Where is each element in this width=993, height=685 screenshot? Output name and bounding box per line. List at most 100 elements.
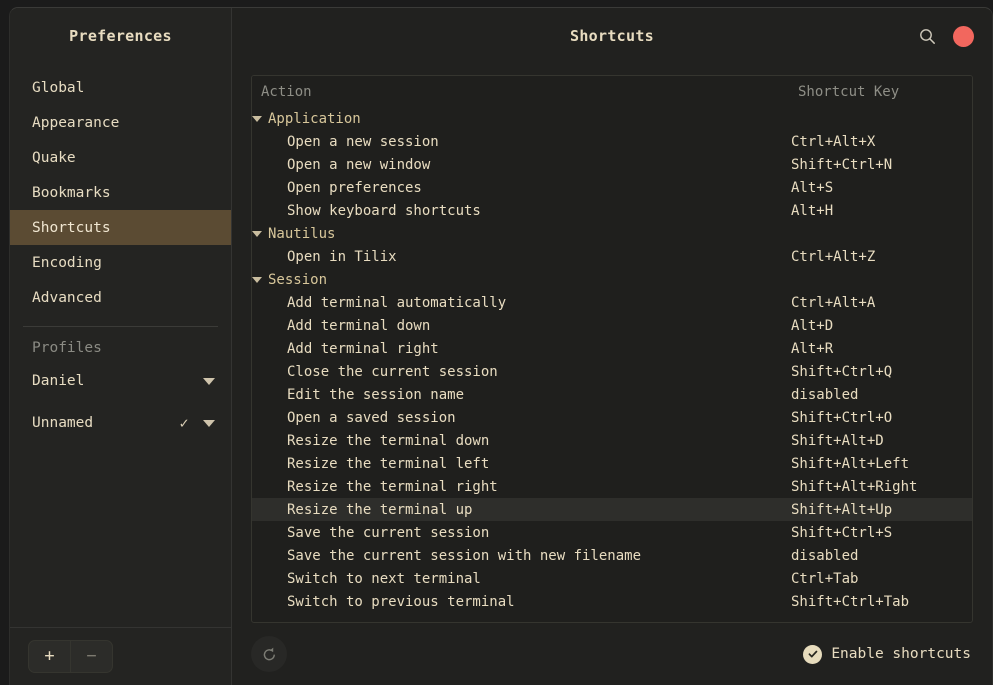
cell-action: Open a new window (287, 156, 431, 173)
profile-item-unnamed[interactable]: Unnamed ✓ (10, 402, 231, 444)
table-group-row[interactable]: Session (252, 268, 972, 291)
close-window-button[interactable] (953, 25, 974, 47)
table-group-row[interactable]: Application (252, 107, 972, 130)
profile-item-daniel[interactable]: Daniel (10, 360, 231, 402)
cell-shortcut-key[interactable]: Alt+D (791, 314, 972, 337)
table-row[interactable]: Add terminal right Alt+R (252, 337, 972, 360)
table-row[interactable]: Resize the terminal down Shift+Alt+D (252, 429, 972, 452)
group-label: Application (268, 110, 361, 127)
table-group-row[interactable]: Nautilus (252, 222, 972, 245)
bottom-bar: Enable shortcuts (232, 623, 992, 685)
cell-shortcut-key[interactable]: Shift+Ctrl+N (791, 153, 972, 176)
cell-action: Open a saved session (287, 409, 456, 426)
table-row[interactable]: Close the current session Shift+Ctrl+Q (252, 360, 972, 383)
sidebar-item-label: Encoding (32, 254, 102, 271)
table-row[interactable]: Resize the terminal right Shift+Alt+Right (252, 475, 972, 498)
sidebar-item-label: Shortcuts (32, 219, 111, 236)
chevron-down-icon[interactable] (203, 377, 215, 385)
cell-action: Open preferences (287, 179, 422, 196)
cell-shortcut-key[interactable]: Ctrl+Alt+A (791, 291, 972, 314)
shortcuts-table: Action Shortcut Key Application Open a ne… (252, 76, 972, 613)
table-row[interactable]: Switch to next terminal Ctrl+Tab (252, 567, 972, 590)
chevron-down-icon[interactable] (203, 419, 215, 427)
sidebar-item-global[interactable]: Global (10, 70, 231, 105)
sidebar-item-label: Appearance (32, 114, 120, 131)
cell-shortcut-key[interactable]: Alt+H (791, 199, 972, 222)
expander-triangle-down-icon[interactable] (252, 276, 262, 283)
table-row[interactable]: Open preferences Alt+S (252, 176, 972, 199)
table-row[interactable]: Save the current session with new filena… (252, 544, 972, 567)
cell-shortcut-key[interactable]: Shift+Alt+D (791, 429, 972, 452)
sidebar-item-shortcuts[interactable]: Shortcuts (10, 210, 231, 245)
sidebar-item-quake[interactable]: Quake (10, 140, 231, 175)
cell-shortcut-key[interactable]: Ctrl+Tab (791, 567, 972, 590)
cell-shortcut-key[interactable] (791, 107, 972, 130)
search-icon[interactable] (912, 21, 942, 51)
table-row[interactable]: Add terminal automatically Ctrl+Alt+A (252, 291, 972, 314)
table-row[interactable]: Show keyboard shortcuts Alt+H (252, 199, 972, 222)
cell-shortcut-key[interactable]: Shift+Ctrl+Q (791, 360, 972, 383)
cell-shortcut-key[interactable]: Shift+Ctrl+O (791, 406, 972, 429)
cell-action: Add terminal right (287, 340, 439, 357)
main-area: Shortcuts Action Shortcut Key Applicatio… (232, 8, 992, 685)
cell-shortcut-key[interactable]: Ctrl+Alt+Z (791, 245, 972, 268)
cell-action: Session (252, 268, 791, 291)
cell-shortcut-key[interactable]: Shift+Alt+Right (791, 475, 972, 498)
cell-action: Application (252, 107, 791, 130)
column-header-action: Action (252, 76, 791, 107)
profile-name: Unnamed (32, 415, 94, 431)
table-row[interactable]: Switch to previous terminal Shift+Ctrl+Ta… (252, 590, 972, 613)
remove-profile-button[interactable]: − (71, 641, 112, 672)
reset-shortcuts-button[interactable] (251, 636, 287, 672)
sidebar-item-bookmarks[interactable]: Bookmarks (10, 175, 231, 210)
cell-shortcut-key[interactable]: Alt+R (791, 337, 972, 360)
checkbox-indicator (803, 644, 823, 664)
sidebar-item-encoding[interactable]: Encoding (10, 245, 231, 280)
cell-action: Save the current session with new filena… (287, 547, 642, 564)
table-row[interactable]: Open a saved session Shift+Ctrl+O (252, 406, 972, 429)
add-profile-button[interactable]: + (29, 641, 70, 672)
cell-action: Open in Tilix (287, 248, 397, 265)
table-row[interactable]: Open a new session Ctrl+Alt+X (252, 130, 972, 153)
cell-shortcut-key[interactable]: Shift+Ctrl+S (791, 521, 972, 544)
sidebar-title: Preferences (69, 27, 172, 45)
sidebar: Preferences Global Appearance Quake Bookmar… (10, 8, 232, 685)
cell-shortcut-key[interactable]: Ctrl+Alt+X (791, 130, 972, 153)
profiles-section-label: Profiles (32, 340, 102, 356)
cell-shortcut-key[interactable]: disabled (791, 544, 972, 567)
sidebar-item-advanced[interactable]: Advanced (10, 280, 231, 315)
sidebar-item-label: Advanced (32, 289, 102, 306)
sidebar-item-appearance[interactable]: Appearance (10, 105, 231, 140)
cell-action: Add terminal automatically (287, 294, 507, 311)
table-row[interactable]: Open in Tilix Ctrl+Alt+Z (252, 245, 972, 268)
cell-shortcut-key[interactable]: Shift+Alt+Up (791, 498, 972, 521)
table-row[interactable]: Save the current session Shift+Ctrl+S (252, 521, 972, 544)
cell-action: Switch to next terminal (287, 570, 481, 587)
enable-shortcuts-label: Enable shortcuts (831, 646, 971, 662)
table-row[interactable]: Open a new window Shift+Ctrl+N (252, 153, 972, 176)
table-row[interactable]: Resize the terminal left Shift+Alt+Left (252, 452, 972, 475)
table-body: Application Open a new session Ctrl+Alt+X O… (252, 107, 972, 613)
cell-shortcut-key[interactable]: Shift+Ctrl+Tab (791, 590, 972, 613)
shortcuts-table-container[interactable]: Action Shortcut Key Application Open a ne… (251, 75, 973, 623)
expander-triangle-down-icon[interactable] (252, 115, 262, 122)
cell-action: Add terminal down (287, 317, 431, 334)
sidebar-item-label: Bookmarks (32, 184, 111, 201)
cell-shortcut-key[interactable] (791, 222, 972, 245)
cell-shortcut-key[interactable]: disabled (791, 383, 972, 406)
table-head: Action Shortcut Key (252, 76, 972, 107)
cell-shortcut-key[interactable]: Alt+S (791, 176, 972, 199)
table-row[interactable]: Resize the terminal up Shift+Alt+Up (252, 498, 972, 521)
expander-triangle-down-icon[interactable] (252, 230, 262, 237)
preferences-window: Preferences Global Appearance Quake Bookmar… (9, 7, 993, 685)
cell-shortcut-key[interactable]: Shift+Alt+Left (791, 452, 972, 475)
group-label: Session (268, 271, 328, 288)
table-row[interactable]: Edit the session name disabled (252, 383, 972, 406)
enable-shortcuts-checkbox[interactable]: Enable shortcuts (803, 644, 971, 664)
cell-action: Resize the terminal left (287, 455, 490, 472)
cell-action: Open a new session (287, 133, 439, 150)
cell-shortcut-key[interactable] (791, 268, 972, 291)
screen-root: Preferences Global Appearance Quake Bookmar… (0, 0, 993, 685)
sidebar-nav-list: Global Appearance Quake Bookmarks Shortcuts E… (10, 64, 231, 627)
table-row[interactable]: Add terminal down Alt+D (252, 314, 972, 337)
